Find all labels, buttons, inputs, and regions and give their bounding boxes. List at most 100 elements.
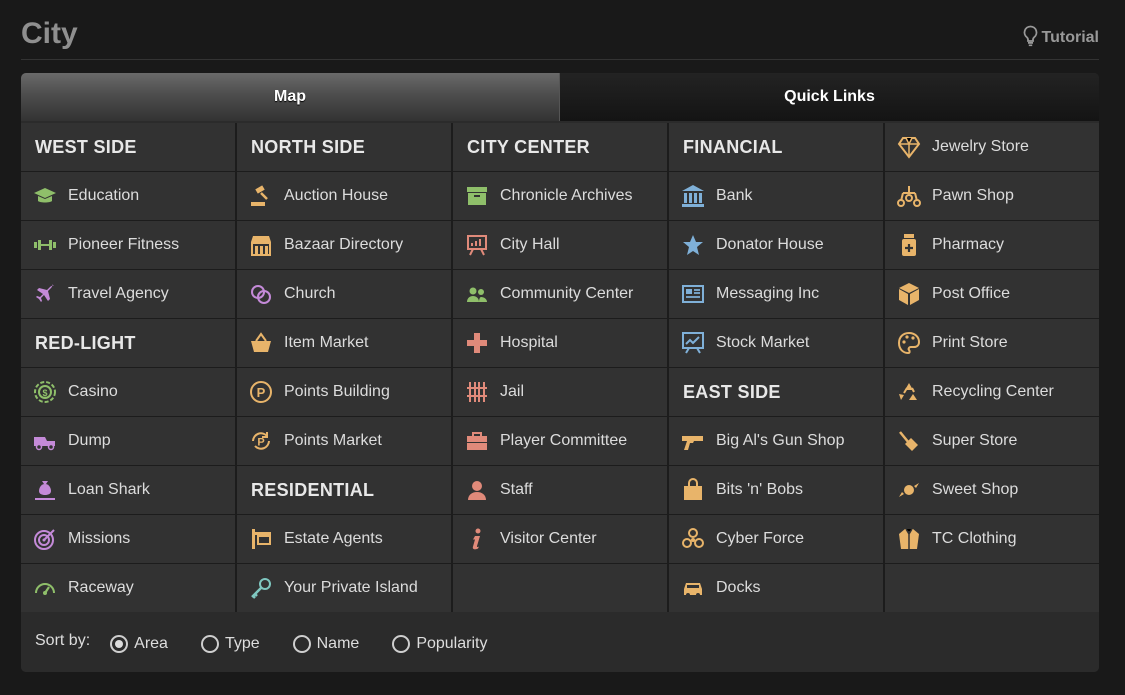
star-icon (681, 233, 705, 257)
city-link-points-market[interactable]: P Points Market (237, 417, 451, 465)
city-link-item-market[interactable]: Item Market (237, 319, 451, 367)
city-link-jail[interactable]: Jail (453, 368, 667, 416)
sort-option-popularity[interactable]: Popularity (392, 634, 488, 653)
toolbox-icon (465, 429, 489, 453)
city-link-visitor-center[interactable]: Visitor Center (453, 515, 667, 563)
city-link-label: Sweet Shop (932, 481, 1019, 498)
sort-option-label: Area (134, 634, 168, 652)
diamond-icon (897, 135, 921, 159)
city-link-pioneer-fitness[interactable]: Pioneer Fitness (21, 221, 235, 269)
dumbbell-icon (33, 233, 57, 257)
sort-option-type[interactable]: Type (200, 634, 260, 653)
city-link-community-center[interactable]: Community Center (453, 270, 667, 318)
city-link-label: Cyber Force (716, 530, 805, 547)
city-link-travel-agency[interactable]: Travel Agency (21, 270, 235, 318)
radio-name[interactable] (292, 634, 311, 653)
jail-bars-icon (465, 380, 489, 404)
tutorial-label: Tutorial (1041, 29, 1099, 46)
city-link-auction-house[interactable]: Auction House (237, 172, 451, 220)
city-link-jewelry-store[interactable]: Jewelry Store (885, 123, 1099, 171)
airplane-icon (33, 282, 57, 306)
city-link-label: Pioneer Fitness (68, 236, 180, 253)
city-link-bits-n-bobs[interactable]: Bits 'n' Bobs (669, 466, 883, 514)
city-link-staff[interactable]: Staff (453, 466, 667, 514)
city-link-bank[interactable]: Bank (669, 172, 883, 220)
city-link-label: Docks (716, 579, 761, 596)
page-title: City (21, 17, 78, 50)
sort-option-name[interactable]: Name (292, 634, 360, 653)
tab-map[interactable]: Map (21, 73, 559, 121)
radio-type[interactable] (200, 634, 219, 653)
tutorial-link[interactable]: Tutorial (1022, 25, 1099, 49)
sort-option-area[interactable]: Area (110, 634, 168, 653)
target-icon (33, 527, 57, 551)
sort-option-label: Popularity (416, 634, 488, 652)
sort-label: Sort by: (35, 631, 91, 649)
gun-icon (681, 429, 705, 453)
graduation-cap-icon (33, 184, 57, 208)
section-heading-residential: RESIDENTIAL (237, 466, 451, 514)
car-icon (681, 576, 705, 600)
stock-chart-icon (681, 331, 705, 355)
city-link-missions[interactable]: Missions (21, 515, 235, 563)
city-link-loan-shark[interactable]: Loan Shark (21, 466, 235, 514)
city-link-sweet-shop[interactable]: Sweet Shop (885, 466, 1099, 514)
city-link-big-al-s-gun-shop[interactable]: Big Al's Gun Shop (669, 417, 883, 465)
sort-option-label: Type (224, 634, 260, 652)
city-link-label: Casino (68, 383, 118, 400)
city-link-label: Big Al's Gun Shop (716, 432, 845, 449)
city-link-church[interactable]: Church (237, 270, 451, 318)
city-link-label: Missions (68, 530, 131, 547)
city-link-post-office[interactable]: Post Office (885, 270, 1099, 318)
radio-popularity[interactable] (392, 634, 411, 653)
tab-quick-links[interactable]: Quick Links (559, 73, 1099, 121)
city-link-label: Education (68, 187, 140, 204)
section-heading-west-side: WEST SIDE (21, 123, 235, 171)
city-link-label: Player Committee (500, 432, 628, 449)
city-link-tc-clothing[interactable]: TC Clothing (885, 515, 1099, 563)
city-link-city-hall[interactable]: City Hall (453, 221, 667, 269)
city-link-super-store[interactable]: Super Store (885, 417, 1099, 465)
section-heading-north-side: NORTH SIDE (237, 123, 451, 171)
city-link-hospital[interactable]: Hospital (453, 319, 667, 367)
newspaper-icon (681, 282, 705, 306)
sort-option-label: Name (316, 634, 360, 652)
city-link-chronicle-archives[interactable]: Chronicle Archives (453, 172, 667, 220)
city-link-your-private-island[interactable]: Your Private Island (237, 564, 451, 612)
city-link-label: Bits 'n' Bobs (716, 481, 804, 498)
casino-chip-icon: $ (33, 380, 57, 404)
city-link-points-building[interactable]: P Points Building (237, 368, 451, 416)
person-icon (465, 478, 489, 502)
city-link-pawn-shop[interactable]: Pawn Shop (885, 172, 1099, 220)
city-link-stock-market[interactable]: Stock Market (669, 319, 883, 367)
city-link-player-committee[interactable]: Player Committee (453, 417, 667, 465)
page-header: City Tutorial (21, 14, 1099, 60)
city-link-print-store[interactable]: Print Store (885, 319, 1099, 367)
city-link-bazaar-directory[interactable]: Bazaar Directory (237, 221, 451, 269)
info-icon (465, 527, 489, 551)
city-link-label: Raceway (68, 579, 134, 596)
city-link-messaging-inc[interactable]: Messaging Inc (669, 270, 883, 318)
key-icon (249, 576, 273, 600)
city-link-docks[interactable]: Docks (669, 564, 883, 612)
pill-bottle-icon (897, 233, 921, 257)
empty-cell (885, 564, 1099, 612)
svg-text:P: P (257, 385, 266, 400)
city-link-dump[interactable]: Dump (21, 417, 235, 465)
city-link-label: Recycling Center (932, 383, 1054, 400)
city-link-education[interactable]: Education (21, 172, 235, 220)
city-link-donator-house[interactable]: Donator House (669, 221, 883, 269)
archive-box-icon (465, 184, 489, 208)
city-link-raceway[interactable]: Raceway (21, 564, 235, 612)
palette-icon (897, 331, 921, 355)
shopping-bag-icon (681, 478, 705, 502)
city-link-cyber-force[interactable]: Cyber Force (669, 515, 883, 563)
city-link-estate-agents[interactable]: Estate Agents (237, 515, 451, 563)
city-link-pharmacy[interactable]: Pharmacy (885, 221, 1099, 269)
city-link-casino[interactable]: $ Casino (21, 368, 235, 416)
city-link-recycling-center[interactable]: Recycling Center (885, 368, 1099, 416)
points-exchange-icon: P (249, 429, 273, 453)
city-link-label: Post Office (932, 285, 1010, 302)
radio-area[interactable] (110, 634, 129, 653)
candy-icon (897, 478, 921, 502)
